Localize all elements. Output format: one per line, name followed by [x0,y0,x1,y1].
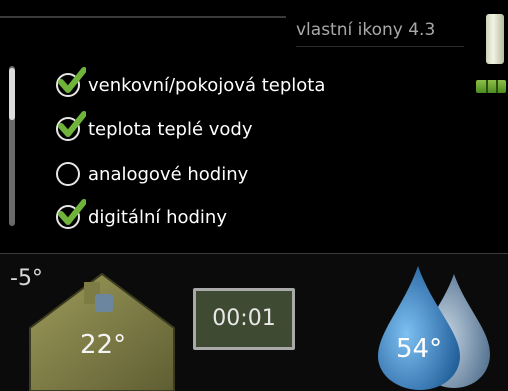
water-drop-icon [378,266,490,390]
outdoor-temp: -5° [10,266,43,291]
checkbox-circle [56,162,80,186]
checkbox[interactable] [54,159,84,189]
checkbox[interactable] [54,199,86,232]
list-item-label: digitální hodiny [88,206,227,228]
clock-time: 00:01 [212,306,276,331]
hot-water-temp: 54° [396,334,443,364]
check-icon [58,199,86,225]
level-divider [496,80,498,93]
gauge-icon [486,14,504,64]
check-icon [58,111,86,137]
indoor-temp: 22° [80,330,127,360]
menu-title: vlastní ikony 4.3 [296,20,436,40]
list-item-label: analogové hodiny [88,163,249,185]
checkbox[interactable] [54,111,86,144]
list-item-digital-clock[interactable]: digitální hodiny [54,198,227,236]
list-item-hot-water-temp[interactable]: teplota teplé vody [54,110,252,148]
list-item-label: teplota teplé vody [88,118,253,140]
level-icon [476,80,506,93]
check-icon [58,67,86,93]
list-item-label: venkovní/pokojová teplota [88,74,326,96]
level-divider [486,80,488,93]
list-item-outdoor-indoor-temp[interactable]: venkovní/pokojová teplota [54,66,325,104]
title-underline [296,46,464,47]
header-rule [0,16,286,18]
list-item-analog-clock[interactable]: analogové hodiny [54,155,248,193]
checkbox[interactable] [54,67,86,100]
scrollbar-thumb[interactable] [9,68,15,120]
